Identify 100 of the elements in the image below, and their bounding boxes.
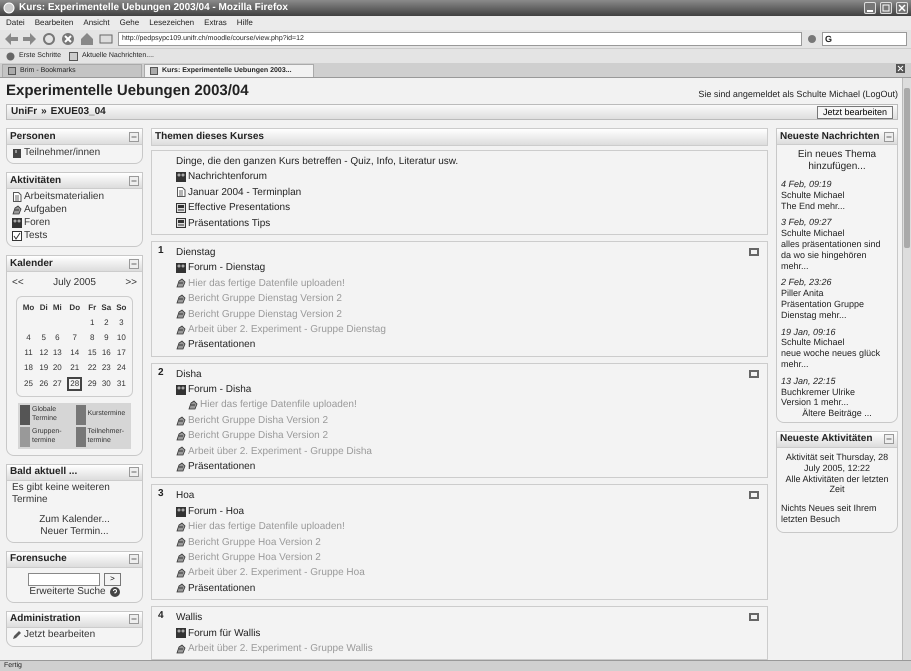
stop-icon[interactable] [61,32,75,46]
more-link[interactable]: mehr... [781,358,809,369]
calendar-day[interactable]: 7 [72,332,77,342]
search-field[interactable]: G [822,32,907,46]
breadcrumb-link[interactable]: UniFr [11,106,38,118]
calendar-day[interactable]: 14 [70,348,80,357]
calendar-day[interactable]: 20 [52,362,62,372]
calendar-day[interactable]: 30 [102,379,111,388]
calendar-day[interactable]: 22 [88,362,97,372]
calendar-day[interactable]: 6 [55,332,60,342]
calendar-day[interactable]: 4 [26,332,31,342]
activity-link[interactable]: Präsentationen [176,337,749,353]
menu-item[interactable]: Datei [6,18,25,28]
highlight-toggle[interactable] [749,491,759,500]
highlight-toggle[interactable] [749,370,759,378]
calendar-day[interactable]: 2 [104,318,109,327]
calendar-day[interactable]: 21 [70,362,80,372]
more-link[interactable]: mehr... [819,310,847,320]
calendar-link[interactable]: Zum Kalender... [39,514,110,525]
activity-link[interactable]: Präsentations Tips [176,216,759,231]
post-author: Piller Anita [781,288,825,299]
calendar-day[interactable]: 26 [39,379,48,388]
calendar-day[interactable]: 19 [39,362,48,372]
menu-item[interactable]: Bearbeiten [34,18,74,28]
block-link[interactable]: Arbeitsmaterialien [12,190,137,203]
calendar-day[interactable]: 17 [116,348,126,357]
collapse-icon [129,258,139,268]
breadcrumb-link[interactable]: EXUE03_04 [50,106,106,118]
weekday-label: Di [40,302,48,312]
activity-link[interactable]: Forum für Wallis [176,626,749,641]
post-text: The End mehr... [781,200,846,212]
older-posts-link[interactable]: Ältere Beiträge ... [802,408,872,418]
add-topic-link[interactable]: Ein neues Thema hinzufügen... [781,149,893,173]
edit-button[interactable]: Jetzt bearbeiten [816,106,893,118]
activity-link[interactable]: Präsentationen [176,580,749,596]
menu-item[interactable]: Lesezeichen [149,18,194,28]
all-activity-link[interactable]: Alle Aktivitäten der letzten Zeit [781,474,893,496]
calendar-day[interactable]: 13 [52,348,62,357]
advanced-search-link[interactable]: Erweiterte Suche [29,586,106,598]
back-icon[interactable] [4,32,18,46]
block-link[interactable]: Jetzt bearbeiten [12,628,137,642]
menu-item[interactable]: Gehe [120,18,140,28]
more-link[interactable]: mehr... [781,260,809,271]
mail-icon[interactable] [99,32,113,46]
calendar-day[interactable]: 12 [39,348,48,357]
calendar-day[interactable]: 31 [116,379,126,388]
calendar-day[interactable]: 10 [116,332,126,342]
previous-month-link[interactable]: << [12,277,24,289]
logout-link[interactable]: (LogOut) [862,89,898,100]
calendar-day[interactable]: 8 [90,332,94,342]
calendar-day[interactable]: 18 [24,362,33,372]
menu-item[interactable]: Hilfe [236,18,253,28]
menu-item[interactable]: Extras [204,18,227,28]
maximize-button[interactable] [880,2,892,14]
activity-link[interactable]: Forum - Dienstag [176,260,749,276]
collapse-icon [884,434,894,444]
search-input[interactable] [28,572,100,586]
scrollbar[interactable] [902,78,911,660]
section-summary: Dinge, die den ganzen Kurs betreffen - Quiz, Info, Literatur usw. [176,155,460,169]
calendar-day[interactable]: 5 [42,332,46,342]
close-button[interactable] [896,2,908,14]
collapse-icon [129,614,139,624]
block-link[interactable]: Aufgaben [12,203,137,216]
calendar-day[interactable]: 16 [102,348,111,357]
calendar-day[interactable]: 3 [119,318,124,327]
menu-item[interactable]: Ansicht [83,18,110,28]
activity-link[interactable]: Effective Presentations [176,200,759,216]
calendar-day[interactable]: 27 [52,379,62,388]
highlight-toggle[interactable] [749,248,759,256]
next-month-link[interactable]: >> [125,277,137,289]
calendar-day[interactable]: 25 [24,379,33,388]
calendar-link[interactable]: Neuer Termin... [40,526,109,537]
calendar-day[interactable]: 1 [90,318,94,327]
post-text: alles präsentationen sind da wo sie hingehören mehr... [781,238,882,272]
activity-link[interactable]: Nachrichtenforum [176,169,759,185]
home-icon[interactable] [80,32,94,46]
block-link[interactable]: Teilnehmer/innen [12,146,137,159]
activity-link[interactable]: Forum - Disha [176,382,749,398]
calendar-day[interactable]: 11 [24,348,33,357]
calendar-day[interactable]: 15 [88,348,97,357]
block-link[interactable]: Tests [12,229,137,242]
more-link[interactable]: mehr... [818,200,846,211]
reload-icon[interactable] [42,32,56,46]
calendar-day[interactable]: 29 [88,379,97,388]
section-number: 4 [158,610,164,622]
calendar-day[interactable]: 28 [67,377,82,391]
activity-link[interactable]: Forum - Hoa [176,504,749,520]
more-link[interactable]: mehr... [821,397,849,408]
search-button[interactable]: > [104,572,121,586]
activity-link[interactable]: Januar 2004 - Terminplan [176,184,759,200]
document-icon [176,187,186,198]
calendar-day[interactable]: 23 [102,362,111,372]
calendar-day[interactable]: 9 [104,332,109,342]
minimize-button[interactable] [864,2,876,14]
block-link[interactable]: Foren [12,216,137,229]
highlight-toggle[interactable] [749,613,759,622]
activity-link[interactable]: Präsentationen [176,459,749,474]
forward-icon[interactable] [23,32,37,46]
calendar-day[interactable]: 24 [116,362,126,372]
scrollbar-thumb[interactable] [904,88,910,248]
